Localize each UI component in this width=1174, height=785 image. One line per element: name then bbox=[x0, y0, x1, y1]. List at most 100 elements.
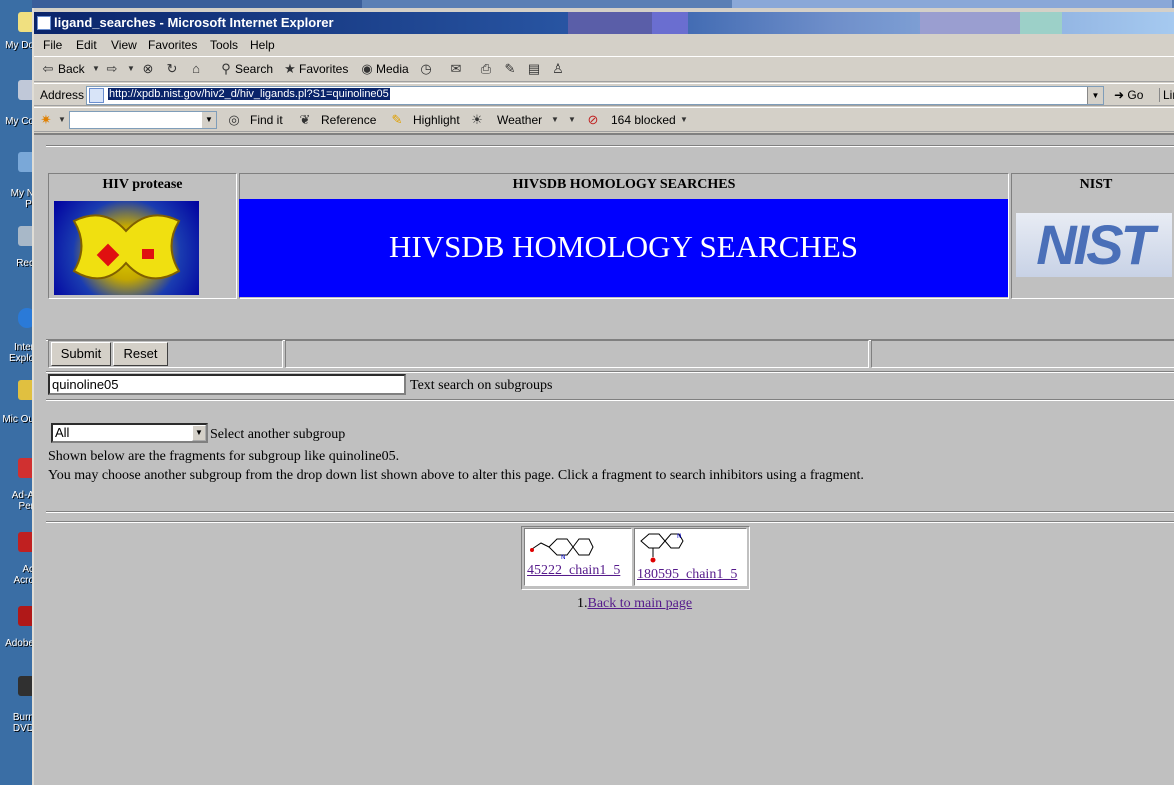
favorites-icon: ★ bbox=[284, 61, 296, 76]
back-link-number: 1. bbox=[577, 596, 588, 611]
print-icon[interactable]: ⎙ bbox=[478, 61, 494, 77]
address-bar: Address http://xpdb.nist.gov/hiv2_d/hiv_… bbox=[34, 83, 1174, 106]
discuss-icon[interactable]: ▤ bbox=[526, 61, 542, 77]
page-icon bbox=[89, 88, 104, 103]
reference-button[interactable]: Reference bbox=[321, 113, 376, 127]
menu-file[interactable]: File bbox=[43, 38, 62, 52]
mail-icon[interactable]: ✉ bbox=[448, 61, 464, 77]
weather-button[interactable]: Weather bbox=[497, 113, 542, 127]
weather-icon: ☀ bbox=[471, 112, 483, 127]
chevron-down-icon: ▼ bbox=[192, 425, 206, 441]
nist-heading: NIST bbox=[1079, 177, 1113, 192]
stop-icon[interactable]: ⊗ bbox=[140, 61, 156, 77]
weather-dropdown-icon[interactable]: ▼ bbox=[547, 112, 563, 128]
popups-blocked-button[interactable]: 164 blocked bbox=[611, 113, 676, 127]
back-dropdown-icon[interactable]: ▼ bbox=[88, 61, 104, 77]
media-icon: ◉ bbox=[361, 61, 373, 76]
subgroup-search-input[interactable]: quinoline05 bbox=[48, 374, 406, 395]
hiv-protease-image[interactable] bbox=[54, 201, 199, 295]
find-it-button[interactable]: Find it bbox=[250, 113, 283, 127]
desktop-icon-label: My Co bbox=[5, 116, 34, 127]
reset-button[interactable]: Reset bbox=[113, 342, 168, 366]
page-content: HIV protease HIVSDB HOMOLOGY SEARCHES NI… bbox=[34, 133, 1174, 785]
title-bar[interactable]: ligand_searches - Microsoft Internet Exp… bbox=[34, 12, 1174, 34]
submit-button[interactable]: Submit bbox=[51, 342, 111, 366]
history-icon[interactable]: ◷ bbox=[418, 61, 434, 77]
back-to-main-link[interactable]: Back to main page bbox=[588, 596, 693, 611]
info-text-line1: Shown below are the fragments for subgro… bbox=[48, 449, 400, 464]
nist-logo-text: NIST bbox=[1036, 213, 1155, 276]
back-button[interactable]: Back bbox=[58, 62, 85, 76]
fragment-cell[interactable]: N 180595_chain1_5 bbox=[634, 528, 747, 586]
form-cell-empty bbox=[285, 340, 869, 368]
popup-blocked-icon: ⊘ bbox=[587, 112, 599, 127]
go-label: Go bbox=[1127, 88, 1144, 102]
refresh-icon[interactable]: ↻ bbox=[164, 61, 180, 77]
nist-logo[interactable]: NIST bbox=[1016, 213, 1172, 277]
menu-favorites[interactable]: Favorites bbox=[148, 38, 197, 52]
subgroup-select-value: All bbox=[55, 425, 70, 440]
desktop-strip: My Do My Co My N Pl Rec Inter Explo Mic … bbox=[0, 0, 34, 785]
divider bbox=[46, 521, 1174, 523]
search-combo-input[interactable]: ▼ bbox=[69, 111, 217, 129]
sun-dropdown-icon[interactable]: ▼ bbox=[54, 112, 70, 128]
highlight-button[interactable]: Highlight bbox=[413, 113, 460, 127]
search-combo-dropdown-icon[interactable]: ▼ bbox=[202, 112, 216, 128]
fragment-structure-icon: N bbox=[530, 538, 594, 561]
messenger-icon[interactable]: ♙ bbox=[550, 61, 566, 77]
fragment-structure-icon: N bbox=[640, 533, 684, 563]
desktop-icon-label: My Do bbox=[5, 40, 34, 51]
search-icon: ⚲ bbox=[221, 61, 231, 76]
desktop-icon-label: My N Pl bbox=[10, 188, 34, 210]
homology-banner: HIVSDB HOMOLOGY SEARCHES bbox=[239, 199, 1008, 297]
address-dropdown-icon[interactable]: ▼ bbox=[1087, 87, 1103, 104]
menu-help[interactable]: Help bbox=[250, 38, 275, 52]
home-icon[interactable]: ⌂ bbox=[188, 61, 204, 77]
sun-icon[interactable]: ✷ bbox=[38, 112, 54, 128]
forward-arrow-icon[interactable]: ⇨ bbox=[104, 61, 120, 77]
protein-structure-icon bbox=[72, 214, 181, 280]
go-button[interactable]: ➜ Go bbox=[1114, 88, 1143, 102]
edit-icon[interactable]: ✎ bbox=[502, 61, 518, 77]
links-button[interactable]: Link bbox=[1159, 88, 1174, 102]
form-cell-empty bbox=[871, 340, 1174, 368]
divider bbox=[46, 371, 1174, 373]
svg-text:N: N bbox=[561, 554, 566, 561]
back-link-row: 1.Back to main page bbox=[577, 596, 692, 612]
menu-bar: File Edit View Favorites Tools Help bbox=[34, 35, 1174, 55]
search-toolbar: ✷ ▼ ▼ ◎ Find it ❦ Reference ✎ Highlight … bbox=[34, 107, 1174, 132]
blocked-dropdown-icon[interactable]: ▼ bbox=[676, 112, 692, 128]
ie-page-icon bbox=[37, 16, 51, 30]
menu-view[interactable]: View bbox=[111, 38, 137, 52]
search-label: Text search on subgroups bbox=[410, 378, 553, 393]
fragment-cell[interactable]: N 45222_chain1_5 bbox=[524, 528, 632, 586]
address-input[interactable]: http://xpdb.nist.gov/hiv2_d/hiv_ligands.… bbox=[86, 86, 1104, 105]
toolbar-dropdown-icon[interactable]: ▼ bbox=[564, 112, 580, 128]
browser-window: ligand_searches - Microsoft Internet Exp… bbox=[32, 8, 1174, 785]
forward-dropdown-icon[interactable]: ▼ bbox=[123, 61, 139, 77]
divider bbox=[46, 511, 1174, 513]
favorites-button[interactable]: Favorites bbox=[299, 62, 348, 76]
search-button[interactable]: Search bbox=[235, 62, 273, 76]
homology-heading: HIVSDB HOMOLOGY SEARCHES bbox=[512, 177, 736, 192]
divider bbox=[46, 145, 1174, 147]
desktop-icon-label: Burn DVD bbox=[12, 712, 34, 734]
address-url: http://xpdb.nist.gov/hiv2_d/hiv_ligands.… bbox=[108, 88, 390, 100]
subgroup-select[interactable]: All ▼ bbox=[51, 423, 208, 443]
media-button[interactable]: Media bbox=[376, 62, 409, 76]
reference-icon: ❦ bbox=[299, 112, 311, 127]
menu-edit[interactable]: Edit bbox=[76, 38, 97, 52]
menu-tools[interactable]: Tools bbox=[210, 38, 238, 52]
address-label: Address bbox=[40, 88, 85, 102]
divider bbox=[46, 399, 1174, 401]
find-icon: ◎ bbox=[228, 112, 240, 127]
info-text-line2: You may choose another subgroup from the… bbox=[48, 468, 864, 483]
back-arrow-icon: ⇦ bbox=[42, 61, 54, 76]
select-label: Select another subgroup bbox=[210, 427, 346, 442]
fragment-link[interactable]: 45222_chain1_5 bbox=[527, 563, 620, 579]
background-window-strip bbox=[32, 0, 1174, 8]
desktop-icon-label: Ad-A Per bbox=[11, 490, 34, 512]
highlight-icon: ✎ bbox=[391, 112, 403, 127]
desktop-icon-label: Ac Acro bbox=[13, 564, 34, 586]
fragment-link[interactable]: 180595_chain1_5 bbox=[637, 567, 737, 583]
